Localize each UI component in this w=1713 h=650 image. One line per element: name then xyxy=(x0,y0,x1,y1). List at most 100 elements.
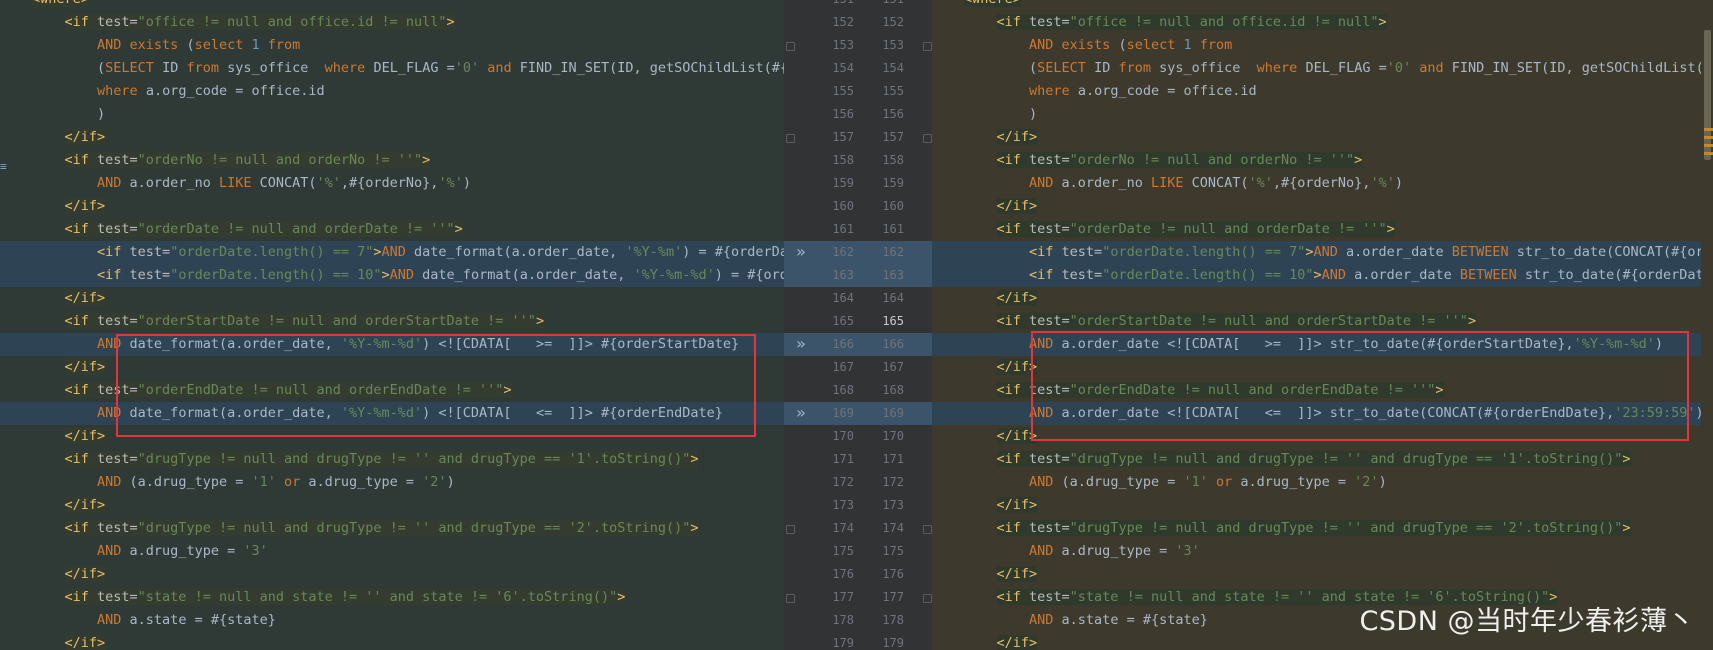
code-line[interactable]: </if> xyxy=(932,287,1713,310)
fold-marker-icon[interactable] xyxy=(786,594,795,603)
code-line[interactable]: <if test="office != null and office.id !… xyxy=(0,11,784,34)
code-token: a.org_code = office.id xyxy=(145,83,325,99)
scrollbar-thumb[interactable] xyxy=(1704,30,1711,160)
code-token: "orderStartDate != null and orderStartDa… xyxy=(137,313,536,329)
gutter-row: 167 167 xyxy=(784,356,932,379)
code-line[interactable]: </if> xyxy=(0,425,784,448)
code-token: <if xyxy=(64,520,98,536)
code-line[interactable]: <if test="office != null and office.id !… xyxy=(932,11,1713,34)
code-line[interactable]: <if test="orderDate.length() == 10">AND … xyxy=(932,264,1713,287)
code-token: and xyxy=(487,60,520,76)
left-editor-pane[interactable]: <where> <if test="office != null and off… xyxy=(0,0,784,650)
code-line[interactable]: <if test="drugType != null and drugType … xyxy=(932,517,1713,540)
code-line[interactable]: <if test="drugType != null and drugType … xyxy=(932,448,1713,471)
code-line[interactable]: </if> xyxy=(0,287,784,310)
code-line[interactable]: <where> xyxy=(932,0,1713,11)
code-line[interactable]: <if test="orderStartDate != null and ord… xyxy=(932,310,1713,333)
code-line[interactable]: AND a.drug_type = '3' xyxy=(932,540,1713,563)
line-number-right: 151 xyxy=(868,0,904,11)
diff-change-marker[interactable] xyxy=(1704,144,1713,147)
code-line[interactable]: AND a.order_date <![CDATA[ >= ]]> str_to… xyxy=(932,333,1713,356)
code-line[interactable]: <if test="orderDate.length() == 7">AND d… xyxy=(0,241,784,264)
code-line[interactable]: <if test="orderNo != null and orderNo !=… xyxy=(0,149,784,172)
code-token: test= xyxy=(1061,267,1103,283)
code-line[interactable]: AND date_format(a.order_date, '%Y-%m-%d'… xyxy=(0,402,784,425)
code-line[interactable]: (SELECT ID from sys_office where DEL_FLA… xyxy=(932,57,1713,80)
code-token: </if> xyxy=(996,129,1038,145)
code-token: ) = #{orderDat xyxy=(682,244,784,260)
code-token: "drugType != null and drugType != '' and… xyxy=(1069,451,1623,467)
apply-change-arrow-icon[interactable]: » xyxy=(796,401,806,424)
code-line[interactable]: </if> xyxy=(932,356,1713,379)
code-line[interactable]: </if> xyxy=(0,356,784,379)
diff-change-marker[interactable] xyxy=(1704,128,1713,131)
code-line[interactable]: AND date_format(a.order_date, '%Y-%m-%d'… xyxy=(0,333,784,356)
code-line[interactable]: </if> xyxy=(0,126,784,149)
fold-marker-icon[interactable] xyxy=(923,134,932,143)
code-line[interactable]: <if test="orderDate != null and orderDat… xyxy=(932,218,1713,241)
code-line[interactable]: <if test="orderNo != null and orderNo !=… xyxy=(932,149,1713,172)
fold-marker-icon[interactable] xyxy=(923,594,932,603)
code-line[interactable]: AND (a.drug_type = '1' or a.drug_type = … xyxy=(932,471,1713,494)
code-line[interactable]: ) xyxy=(932,103,1713,126)
code-line[interactable]: (SELECT ID from sys_office where DEL_FLA… xyxy=(0,57,784,80)
fold-marker-icon[interactable] xyxy=(923,42,932,51)
code-line[interactable]: </if> xyxy=(0,632,784,650)
code-line[interactable]: AND a.order_no LIKE CONCAT('%',#{orderNo… xyxy=(932,172,1713,195)
code-line[interactable]: AND exists (select 1 from xyxy=(932,34,1713,57)
code-line[interactable]: </if> xyxy=(932,195,1713,218)
code-line[interactable]: </if> xyxy=(932,563,1713,586)
code-line[interactable]: AND a.drug_type = '3' xyxy=(0,540,784,563)
diff-change-marker[interactable] xyxy=(1704,152,1713,155)
code-token: <if xyxy=(996,382,1030,398)
code-line[interactable]: AND a.order_no LIKE CONCAT('%',#{orderNo… xyxy=(0,172,784,195)
code-token: </if> xyxy=(996,290,1038,306)
code-line[interactable]: </if> xyxy=(0,563,784,586)
code-line[interactable]: AND a.order_date <![CDATA[ <= ]]> str_to… xyxy=(932,402,1713,425)
code-token: "office != null and office.id != null" xyxy=(137,14,447,30)
code-line[interactable]: ) xyxy=(0,103,784,126)
code-line[interactable]: <if test="orderEndDate != null and order… xyxy=(0,379,784,402)
code-line[interactable]: </if> xyxy=(932,126,1713,149)
code-line[interactable]: <if test="orderDate.length() == 7">AND a… xyxy=(932,241,1713,264)
fold-marker-icon[interactable] xyxy=(786,525,795,534)
code-token: '0' xyxy=(1386,60,1420,76)
code-token: from xyxy=(267,37,301,53)
code-line[interactable]: </if> xyxy=(0,195,784,218)
diff-change-marker[interactable] xyxy=(1704,136,1713,139)
code-token: '2' xyxy=(1354,474,1379,490)
right-editor-pane[interactable]: <where> <if test="office != null and off… xyxy=(932,0,1713,650)
fold-marker-icon[interactable] xyxy=(786,42,795,51)
fold-marker-icon[interactable] xyxy=(923,525,932,534)
gutter-row: » 162 162 xyxy=(784,241,932,264)
code-line[interactable]: AND a.state = #{state} xyxy=(0,609,784,632)
code-line[interactable]: <if test="orderDate.length() == 10">AND … xyxy=(0,264,784,287)
code-line[interactable]: where a.org_code = office.id xyxy=(0,80,784,103)
code-line[interactable]: <where> xyxy=(0,0,784,11)
code-token: '1' xyxy=(251,474,284,490)
right-scrollbar[interactable] xyxy=(1701,30,1713,630)
gutter-row: 154 154 xyxy=(784,57,932,80)
fold-marker-icon[interactable] xyxy=(786,134,795,143)
code-token: exists xyxy=(129,37,187,53)
code-line[interactable]: <if test="orderEndDate != null and order… xyxy=(932,379,1713,402)
line-number-right: 173 xyxy=(882,498,904,512)
code-line[interactable]: </if> xyxy=(932,425,1713,448)
code-line[interactable]: where a.org_code = office.id xyxy=(932,80,1713,103)
apply-change-arrow-icon[interactable]: » xyxy=(796,332,806,355)
code-line[interactable]: <if test="drugType != null and drugType … xyxy=(0,517,784,540)
code-line[interactable]: AND (a.drug_type = '1' or a.drug_type = … xyxy=(0,471,784,494)
code-line[interactable]: <if test="orderDate != null and orderDat… xyxy=(0,218,784,241)
code-line[interactable]: <if test="orderStartDate != null and ord… xyxy=(0,310,784,333)
line-number-right: 170 xyxy=(882,429,904,443)
code-line[interactable]: <if test="state != null and state != '' … xyxy=(0,586,784,609)
code-line[interactable]: </if> xyxy=(0,494,784,517)
line-number-right: 161 xyxy=(882,222,904,236)
code-line[interactable]: <if test="drugType != null and drugType … xyxy=(0,448,784,471)
apply-change-arrow-icon[interactable]: » xyxy=(796,240,806,263)
code-line[interactable]: </if> xyxy=(932,494,1713,517)
code-line[interactable]: AND exists (select 1 from xyxy=(0,34,784,57)
